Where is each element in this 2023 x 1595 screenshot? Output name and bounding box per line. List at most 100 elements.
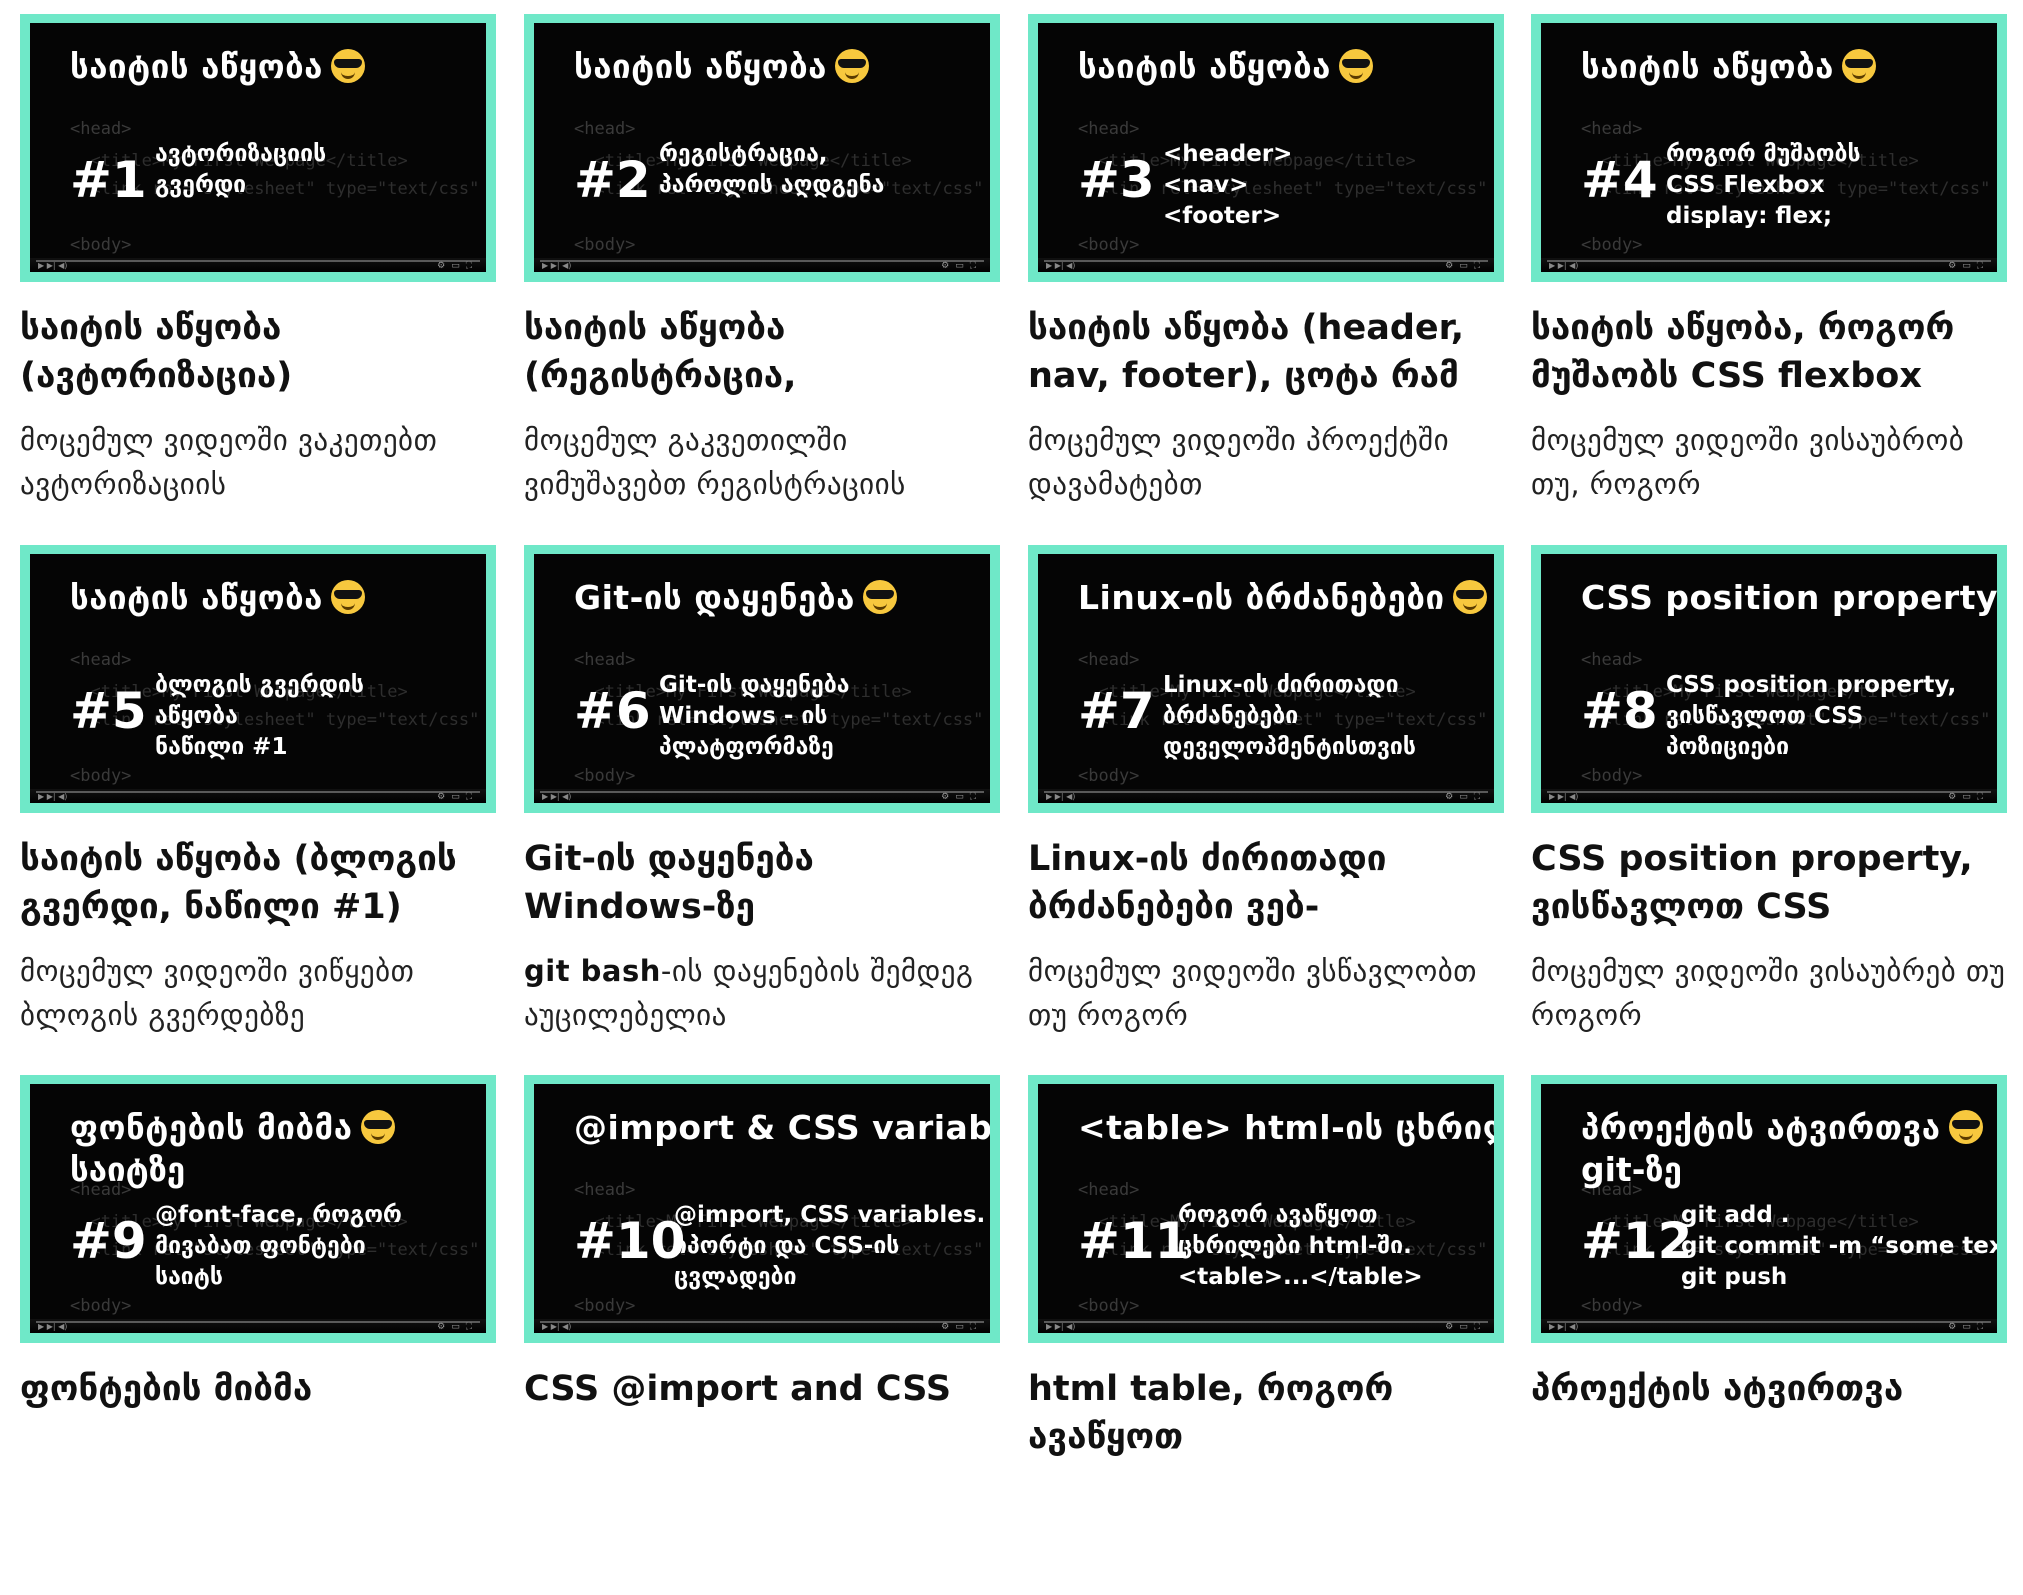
player-controls-icon[interactable]: ⚙▭⛶ [1445,1322,1486,1332]
code-backdrop: <head> [574,119,636,139]
video-progress-bar[interactable]: ▶ ▶| ◀) ⚙▭⛶ [534,258,990,272]
post-title[interactable]: CSS @import and CSS [524,1365,1004,1461]
post-title[interactable]: Linux-ის ძირითადი ბრძანებები ვებ- [1028,835,1508,931]
episode-number: #6 [574,682,651,740]
video-thumbnail[interactable]: <head> <title>My First Webpage</title> <… [1531,14,2007,282]
episode-number: #9 [70,1212,147,1270]
post-card[interactable]: <head> <title>My First Webpage</title> <… [1531,1075,2007,1595]
play-icon[interactable]: ▶ ▶| ◀) [1046,1322,1075,1331]
post-card[interactable]: <head> <title>My First Webpage</title> <… [1028,545,1504,1065]
video-thumbnail[interactable]: <head> <title>My First Webpage</title> <… [1028,545,1504,813]
post-card[interactable]: <head> <title>My First Webpage</title> <… [524,1075,1000,1595]
episode-number: #1 [70,151,147,209]
play-icon[interactable]: ▶ ▶| ◀) [1046,792,1075,801]
post-card[interactable]: <head> <title>My First Webpage</title> <… [1531,545,2007,1065]
player-controls-icon[interactable]: ⚙▭⛶ [1948,261,1989,271]
player-controls-icon[interactable]: ⚙▭⛶ [1445,792,1486,802]
code-backdrop: <head> [1078,1180,1140,1200]
player-controls-icon[interactable]: ⚙▭⛶ [437,261,478,271]
video-thumbnail[interactable]: <head> <title>My First Webpage</title> <… [20,1075,496,1343]
post-title[interactable]: საიტის აწყობა (ავტორიზაცია) [20,304,500,400]
video-thumbnail[interactable]: <head> <title>My First Webpage</title> <… [1028,14,1504,282]
thumbnail-screen: <head> <title>My First Webpage</title> <… [30,554,486,803]
video-progress-bar[interactable]: ▶ ▶| ◀) ⚙▭⛶ [534,789,990,803]
thumbnail-screen: <head> <title>My First Webpage</title> <… [1541,23,1997,272]
video-thumbnail[interactable]: <head> <title>My First Webpage</title> <… [1028,1075,1504,1343]
post-title[interactable]: საიტის აწყობა (header, nav, footer), ცოტ… [1028,304,1508,400]
video-progress-bar[interactable]: ▶ ▶| ◀) ⚙▭⛶ [1541,258,1997,272]
player-controls-icon[interactable]: ⚙▭⛶ [1948,792,1989,802]
player-controls-icon[interactable]: ⚙▭⛶ [1948,1322,1989,1332]
code-backdrop: <body> [1078,766,1140,786]
post-excerpt: მოცემულ გაკვეთილში ვიმუშავებთ რეგისტრაცი… [524,418,1004,506]
video-progress-bar[interactable]: ▶ ▶| ◀) ⚙▭⛶ [1038,258,1494,272]
thumbnail-screen: <head> <title>My First Webpage</title> <… [1038,23,1494,272]
play-icon[interactable]: ▶ ▶| ◀) [38,792,67,801]
video-progress-bar[interactable]: ▶ ▶| ◀) ⚙▭⛶ [30,789,486,803]
post-title[interactable]: საიტის აწყობა, როგორ მუშაობს CSS flexbox [1531,304,2011,400]
post-card[interactable]: <head> <title>My First Webpage</title> <… [1531,14,2007,534]
post-title[interactable]: html table, როგორ ავაწყოთ [1028,1365,1508,1461]
post-title[interactable]: საიტის აწყობა (რეგისტრაცია, [524,304,1004,400]
code-backdrop: <body> [70,766,132,786]
video-thumbnail[interactable]: <head> <title>My First Webpage</title> <… [524,1075,1000,1343]
post-card[interactable]: <head> <title>My First Webpage</title> <… [524,14,1000,534]
post-title[interactable]: საიტის აწყობა (ბლოგის გვერდი, ნაწილი #1) [20,835,500,931]
post-title[interactable]: პროექტის ატვირთვა [1531,1365,2011,1461]
play-icon[interactable]: ▶ ▶| ◀) [1549,1322,1578,1331]
thumbnail-heading-line2: საიტზე [70,1150,186,1189]
video-thumbnail[interactable]: <head> <title>My First Webpage</title> <… [20,545,496,813]
play-icon[interactable]: ▶ ▶| ◀) [38,261,67,270]
video-thumbnail[interactable]: <head> <title>My First Webpage</title> <… [20,14,496,282]
video-progress-bar[interactable]: ▶ ▶| ◀) ⚙▭⛶ [1038,1319,1494,1333]
play-icon[interactable]: ▶ ▶| ◀) [38,1322,67,1331]
video-thumbnail[interactable]: <head> <title>My First Webpage</title> <… [1531,545,2007,813]
video-progress-bar[interactable]: ▶ ▶| ◀) ⚙▭⛶ [1541,789,1997,803]
play-icon[interactable]: ▶ ▶| ◀) [542,792,571,801]
play-icon[interactable]: ▶ ▶| ◀) [1046,261,1075,270]
play-icon[interactable]: ▶ ▶| ◀) [1549,792,1578,801]
post-card[interactable]: <head> <title>My First Webpage</title> <… [1028,1075,1504,1595]
episode-number: #3 [1078,151,1155,209]
player-controls-icon[interactable]: ⚙▭⛶ [437,1322,478,1332]
player-controls-icon[interactable]: ⚙▭⛶ [941,792,982,802]
excerpt-bold: git bash [524,954,661,988]
post-card[interactable]: <head> <title>My First Webpage</title> <… [20,14,496,534]
post-title[interactable]: CSS position property, ვისწავლოთ CSS [1531,835,2011,931]
thumbnail-screen: <head> <title>My First Webpage</title> <… [30,23,486,272]
thumbnail-screen: <head> <title>My First Webpage</title> <… [30,1084,486,1333]
post-title[interactable]: Git-ის დაყენება Windows-ზე [524,835,1004,931]
player-controls-icon[interactable]: ⚙▭⛶ [1445,261,1486,271]
code-backdrop: <head> [1078,119,1140,139]
play-icon[interactable]: ▶ ▶| ◀) [542,261,571,270]
play-icon[interactable]: ▶ ▶| ◀) [542,1322,571,1331]
player-controls-icon[interactable]: ⚙▭⛶ [941,261,982,271]
video-progress-bar[interactable]: ▶ ▶| ◀) ⚙▭⛶ [1038,789,1494,803]
thumbnail-heading: Git-ის დაყენება [574,578,897,617]
post-card[interactable]: <head> <title>My First Webpage</title> <… [1028,14,1504,534]
thumbnail-heading: საიტის აწყობა [70,578,365,617]
post-title[interactable]: ფონტების მიბმა [20,1365,500,1461]
thumbnail-heading: CSS position property [1581,578,1997,617]
episode-number: #2 [574,151,651,209]
post-card[interactable]: <head> <title>My First Webpage</title> <… [20,545,496,1065]
video-progress-bar[interactable]: ▶ ▶| ◀) ⚙▭⛶ [534,1319,990,1333]
post-grid: <head> <title>My First Webpage</title> <… [0,0,2023,1457]
thumbnail-heading: საიტის აწყობა [574,47,869,86]
video-progress-bar[interactable]: ▶ ▶| ◀) ⚙▭⛶ [30,258,486,272]
episode-number: #12 [1581,1212,1693,1270]
video-progress-bar[interactable]: ▶ ▶| ◀) ⚙▭⛶ [1541,1319,1997,1333]
post-card[interactable]: <head> <title>My First Webpage</title> <… [20,1075,496,1595]
thumbnail-screen: <head> <title>My First Webpage</title> <… [534,554,990,803]
post-card[interactable]: <head> <title>My First Webpage</title> <… [524,545,1000,1065]
thumbnail-heading: <table> html-ის ცხრილები [1078,1108,1494,1147]
code-backdrop: <head> [70,650,132,670]
player-controls-icon[interactable]: ⚙▭⛶ [941,1322,982,1332]
video-thumbnail[interactable]: <head> <title>My First Webpage</title> <… [524,545,1000,813]
video-thumbnail[interactable]: <head> <title>My First Webpage</title> <… [1531,1075,2007,1343]
play-icon[interactable]: ▶ ▶| ◀) [1549,261,1578,270]
video-progress-bar[interactable]: ▶ ▶| ◀) ⚙▭⛶ [30,1319,486,1333]
video-thumbnail[interactable]: <head> <title>My First Webpage</title> <… [524,14,1000,282]
excerpt-text: მოცემულ ვიდეოში ვიწყებთ ბლოგის გვერდებზე [20,954,415,1032]
player-controls-icon[interactable]: ⚙▭⛶ [437,792,478,802]
